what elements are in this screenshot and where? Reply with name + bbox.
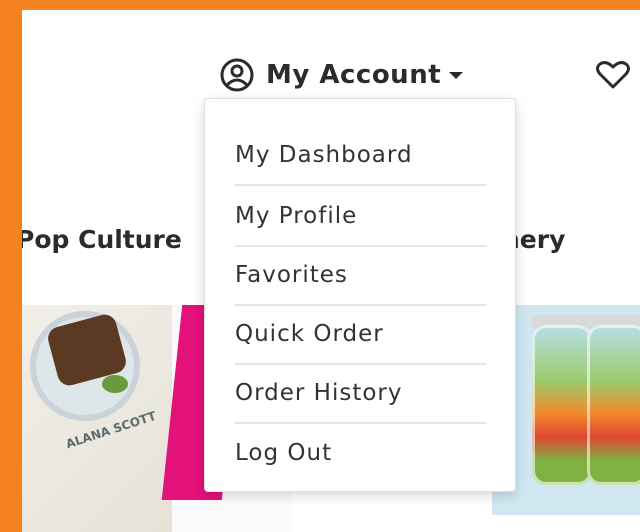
- salad-jar: [532, 325, 592, 485]
- user-circle-icon: [220, 58, 254, 92]
- menu-item-order-history[interactable]: Order History: [235, 363, 487, 422]
- menu-item-favorites[interactable]: Favorites: [235, 245, 487, 304]
- cookbook-cover: ALANA SCOTT: [22, 305, 172, 532]
- account-dropdown-menu: My Dashboard My Profile Favorites Quick …: [204, 98, 516, 492]
- menu-item-my-dashboard[interactable]: My Dashboard: [235, 125, 487, 184]
- my-account-label: My Account: [266, 60, 442, 90]
- salad-jar: [587, 325, 640, 485]
- menu-item-my-profile[interactable]: My Profile: [235, 186, 487, 245]
- herb-image: [102, 375, 128, 393]
- page-content: My Account Pop Culture nery ALANA SCOTT …: [22, 10, 640, 532]
- menu-item-log-out[interactable]: Log Out: [235, 423, 487, 482]
- category-pop-culture[interactable]: Pop Culture: [22, 225, 182, 254]
- my-account-toggle[interactable]: My Account: [220, 55, 464, 95]
- menu-item-quick-order[interactable]: Quick Order: [235, 304, 487, 363]
- heart-icon[interactable]: [596, 60, 630, 90]
- caret-down-icon: [449, 71, 464, 79]
